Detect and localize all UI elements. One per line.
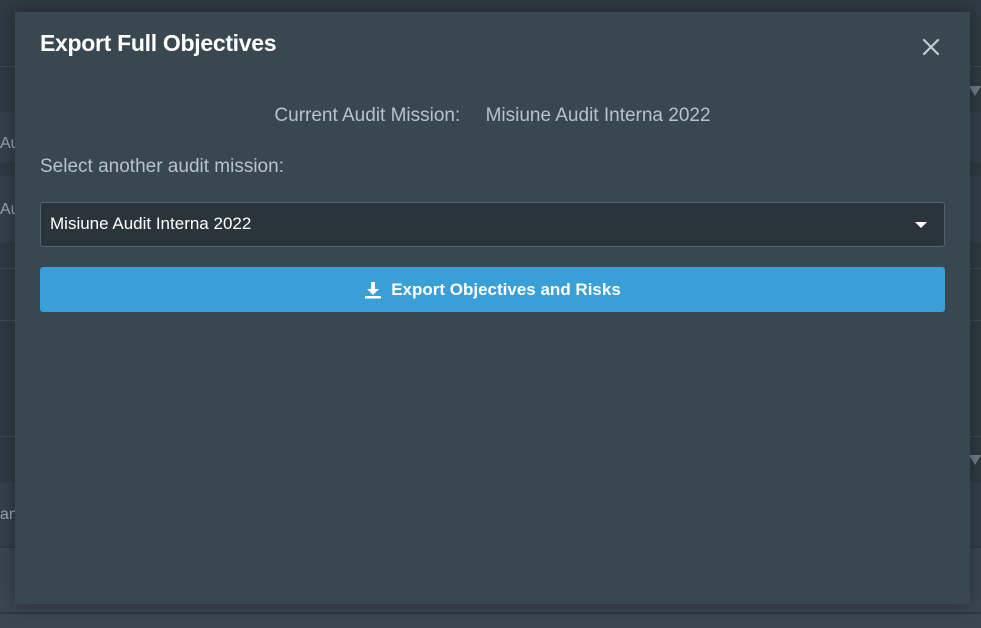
filter-icon [969, 455, 981, 465]
audit-mission-select[interactable]: Misiune Audit Interna 2022 [40, 202, 945, 247]
current-mission-row: Current Audit Mission: Misiune Audit Int… [15, 105, 970, 127]
close-icon [922, 38, 940, 56]
current-mission-label: Current Audit Mission: [274, 105, 461, 126]
export-objectives-modal: Export Full Objectives Current Audit Mis… [15, 12, 970, 604]
divider [0, 612, 981, 614]
download-icon [364, 281, 382, 299]
export-objectives-button[interactable]: Export Objectives and Risks [40, 267, 945, 312]
modal-title: Export Full Objectives [40, 30, 277, 56]
current-mission-value: Misiune Audit Interna 2022 [485, 105, 711, 126]
filter-icon [969, 86, 981, 96]
close-button[interactable] [920, 36, 942, 58]
select-value: Misiune Audit Interna 2022 [50, 214, 252, 233]
select-mission-label: Select another audit mission: [40, 156, 284, 177]
caret-down-icon [915, 222, 927, 228]
export-button-label: Export Objectives and Risks [391, 279, 621, 299]
